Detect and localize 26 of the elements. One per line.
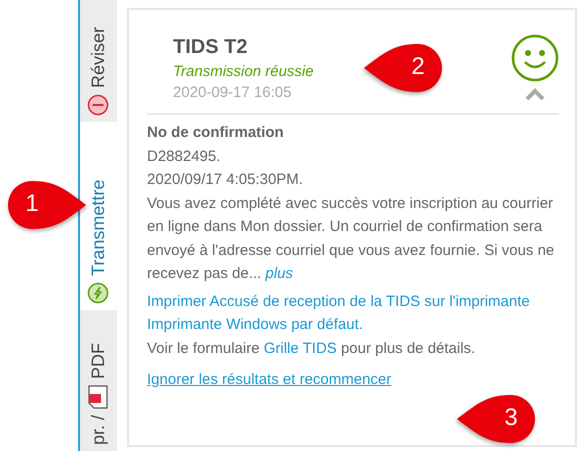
pdf-file-icon	[88, 384, 110, 409]
print-link[interactable]: Imprimer Accusé de reception de la TIDS sur l'imprimante Imprimante Windows par défaut.	[147, 290, 559, 336]
card-title: TIDS T2	[173, 36, 248, 59]
status-text: Transmission réussie	[173, 63, 314, 80]
confirmation-detail: D2882495.	[147, 146, 222, 166]
lightning-icon	[88, 282, 110, 304]
confirmation-detail: 2020/09/17 4:05:30PM.	[147, 170, 304, 190]
confirmation-label: No de confirmation	[147, 123, 285, 143]
tab-label: Réviser	[88, 26, 109, 88]
alert-icon	[88, 94, 110, 116]
tab-label: Transmettre	[88, 180, 109, 276]
collapse-chevron-icon[interactable]	[525, 88, 545, 100]
more-link[interactable]: plus	[265, 265, 293, 282]
message-text: Vous avez complété avec succès votre inscription au courrier en ligne dans Mon dossier. Un courriel de confirmation sera envoyé à l'adresse courriel que vous avez fournie. Si vous ne recevez pas de... plus	[147, 194, 556, 284]
side-tab[interactable]: Réviser	[80, 0, 117, 122]
form-link[interactable]: Grille TIDS	[264, 340, 337, 356]
callout-number: 1	[24, 190, 40, 218]
tab-label: pr. /	[88, 414, 109, 445]
tab-label: PDF	[88, 342, 109, 379]
reset-link[interactable]: Ignorer les résultats et recommencer	[147, 368, 392, 392]
form-note: Voir le formulaire Grille TIDS pour plus de détails.	[147, 338, 476, 358]
callout-number: 3	[503, 404, 519, 432]
callout-number: 2	[410, 53, 426, 81]
smiley-icon	[511, 34, 559, 82]
timestamp: 2020-09-17 16:05	[173, 84, 292, 101]
side-tab[interactable]: pr. / PDF	[80, 310, 117, 451]
